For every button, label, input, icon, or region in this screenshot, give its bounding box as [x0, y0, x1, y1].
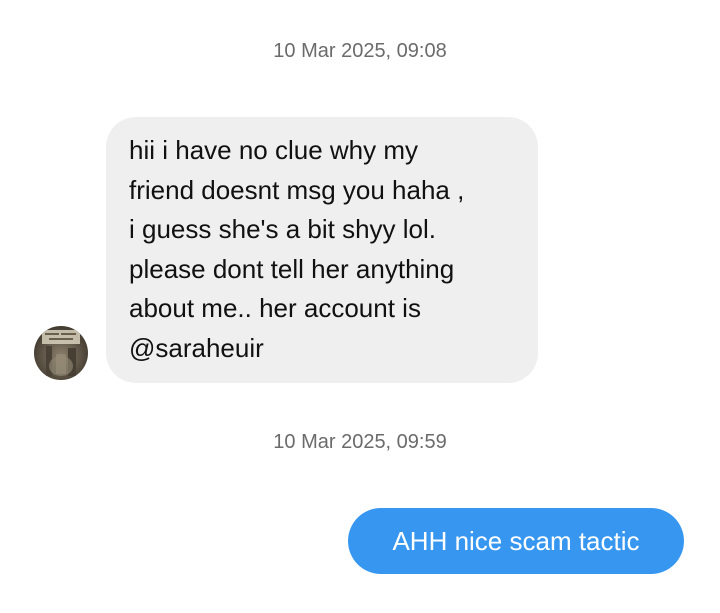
outgoing-message-bubble[interactable]: AHH nice scam tactic [348, 508, 684, 574]
avatar-photo-icon [34, 326, 88, 380]
message-timestamp: 10 Mar 2025, 09:59 [273, 431, 447, 453]
incoming-message-row: hii i have no clue why my friend doesnt … [0, 0, 720, 400]
incoming-message-bubble[interactable]: hii i have no clue why my friend doesnt … [106, 117, 538, 383]
sender-avatar[interactable] [34, 326, 88, 380]
